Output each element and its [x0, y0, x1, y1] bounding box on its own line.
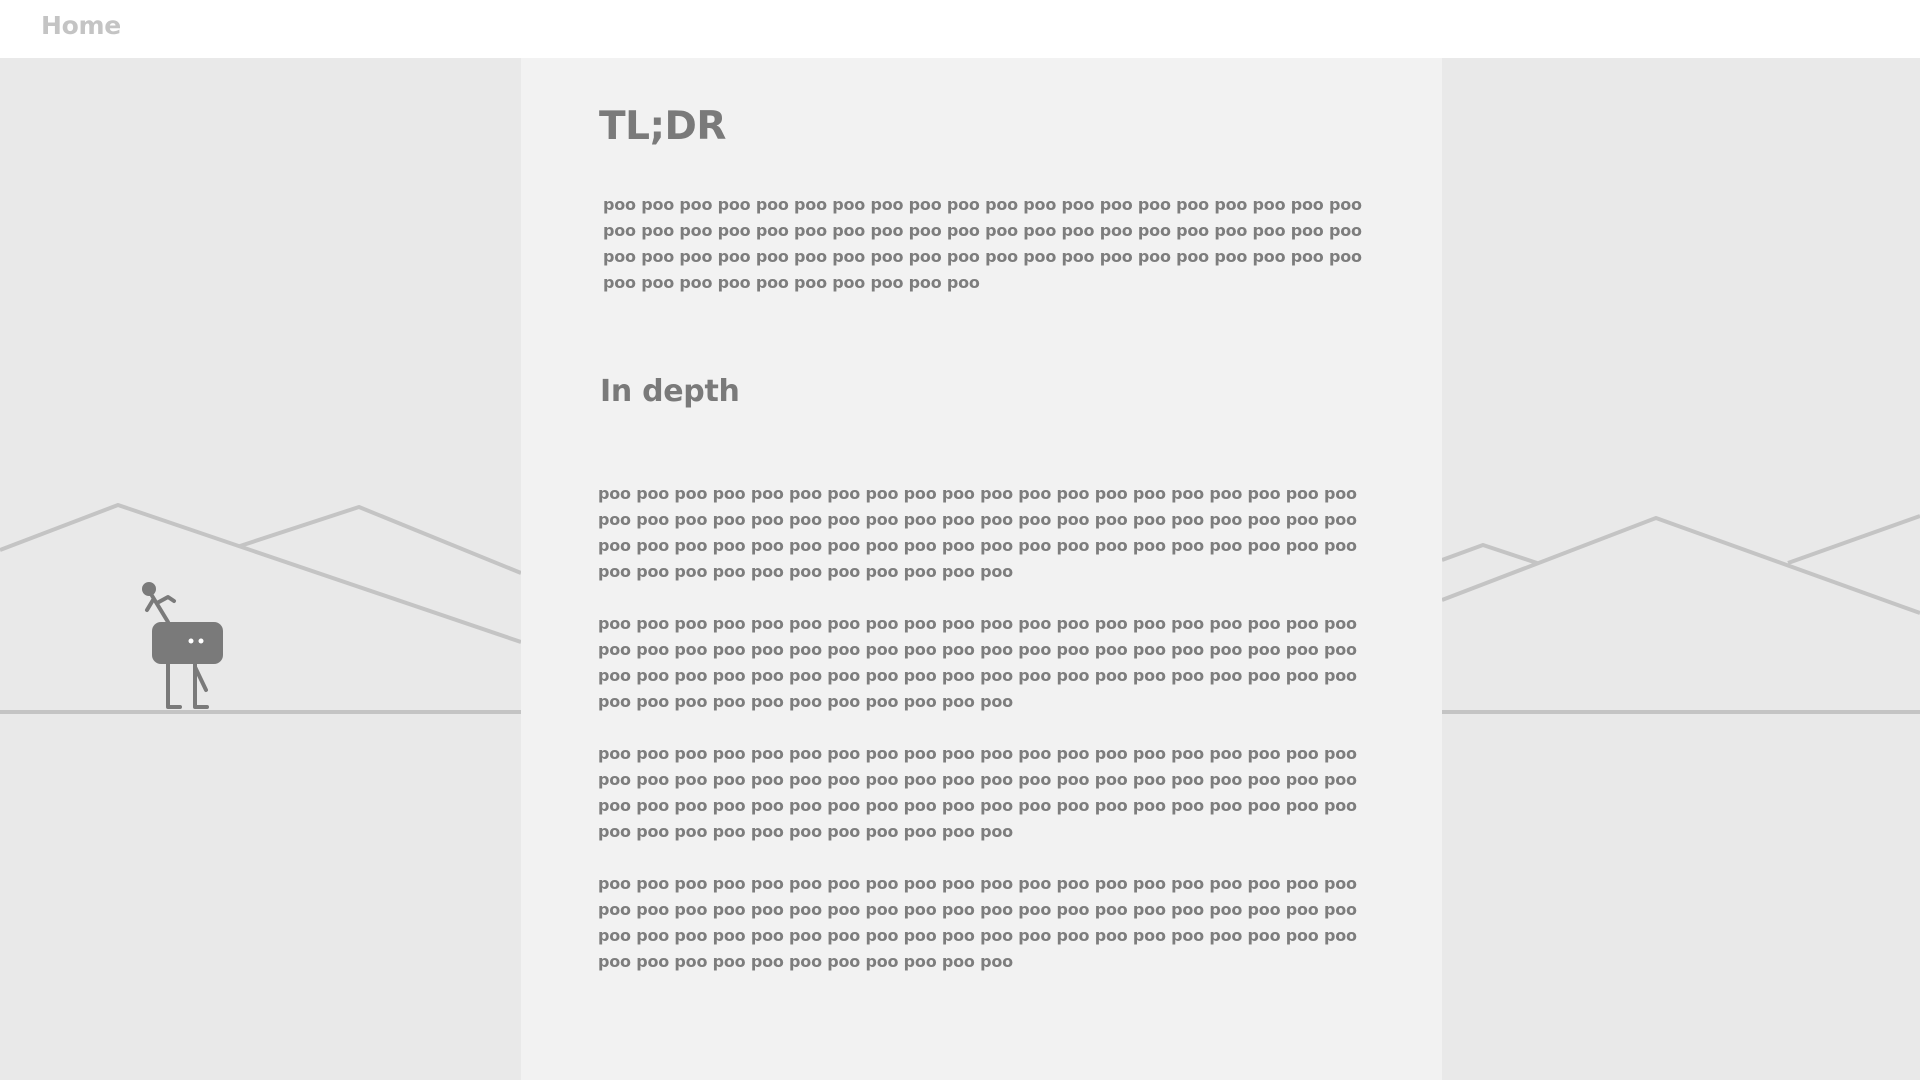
article-paragraph: poo poo poo poo poo poo poo poo poo poo … [598, 744, 1357, 841]
mountain-lines-right [1441, 514, 1920, 615]
top-nav-bar: Home [0, 0, 1920, 58]
article-paragraph: poo poo poo poo poo poo poo poo poo poo … [598, 484, 1357, 581]
section-heading: In depth [600, 374, 740, 409]
tldr-paragraph: poo poo poo poo poo poo poo poo poo poo … [603, 195, 1362, 292]
content-panel: TL;DR poo poo poo poo poo poo poo poo po… [521, 58, 1442, 1080]
mountain-lines-left [0, 503, 522, 644]
walking-robot-with-rider-icon [142, 582, 223, 709]
home-link[interactable]: Home [41, 11, 121, 40]
article-paragraph: poo poo poo poo poo poo poo poo poo poo … [598, 614, 1357, 711]
article-paragraph: poo poo poo poo poo poo poo poo poo poo … [598, 874, 1357, 971]
page-title: TL;DR [599, 104, 726, 149]
